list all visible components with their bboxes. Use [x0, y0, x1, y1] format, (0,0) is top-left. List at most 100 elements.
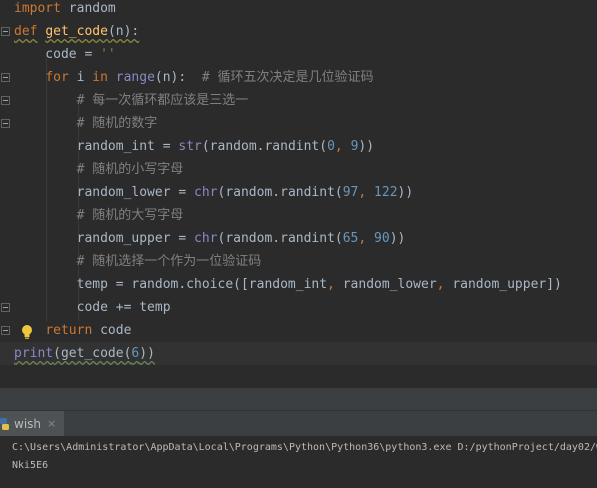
code-token: return	[45, 323, 93, 338]
code-line-text: # 随机选择一个作为一位验证码	[14, 250, 262, 273]
code-token: code += temp	[14, 300, 171, 315]
code-token: ))	[389, 231, 406, 246]
code-token: 0	[327, 139, 335, 154]
lightbulb-icon[interactable]	[21, 324, 33, 340]
code-line[interactable]: # 随机的大写字母	[0, 204, 597, 227]
code-token: (random.randint(	[201, 139, 328, 154]
code-token: random_lower =	[14, 185, 195, 200]
run-tool-window-tabbar: wish ×	[0, 410, 597, 436]
code-token: random_upper])	[452, 277, 562, 292]
code-line-text: code = ''	[14, 43, 116, 66]
code-token: (n):	[107, 24, 140, 39]
code-token: 65	[342, 231, 359, 246]
fold-marker-icon[interactable]	[1, 73, 10, 82]
code-token: 122	[374, 185, 398, 200]
fold-marker-icon[interactable]	[1, 326, 10, 335]
code-token: (random.randint(	[217, 231, 343, 246]
code-line-text: import random	[14, 0, 116, 20]
code-token: # 循环五次决定是几位验证码	[201, 70, 374, 85]
code-token: random	[60, 1, 116, 16]
code-token: # 随机的大写字母	[76, 208, 184, 223]
code-token: in	[92, 70, 108, 85]
code-token: ,	[334, 139, 351, 154]
code-token: # 每一次循环都应该是三选一	[76, 93, 249, 108]
code-token: # 随机的小写字母	[76, 162, 184, 177]
code-token: str	[178, 139, 202, 154]
code-line[interactable]: random_upper = chr(random.randint(65, 90…	[0, 227, 597, 250]
code-token: temp = random.choice([random_int	[14, 277, 328, 292]
fold-marker-icon[interactable]	[1, 96, 10, 105]
code-token: for	[45, 70, 69, 85]
code-line[interactable]: random_int = str(random.randint(0, 9))	[0, 135, 597, 158]
code-token: # 随机的数字	[76, 116, 158, 131]
code-line[interactable]: for i in range(n): # 循环五次决定是几位验证码	[0, 66, 597, 89]
code-line-text: random_lower = chr(random.randint(97, 12…	[14, 181, 414, 204]
code-line-text: code += temp	[14, 296, 171, 319]
code-line[interactable]: return code	[0, 319, 597, 342]
run-tab-label: wish	[14, 416, 42, 431]
code-token: chr	[194, 231, 218, 246]
code-token: print	[14, 346, 54, 361]
console-command: C:\Users\Administrator\AppData\Local\Pro…	[12, 442, 597, 453]
code-line[interactable]: temp = random.choice([random_int, random…	[0, 273, 597, 296]
code-line-text: # 随机的数字	[14, 112, 158, 135]
code-token: ,	[327, 277, 343, 292]
code-line[interactable]: print(get_code(6))	[0, 342, 597, 365]
close-icon[interactable]: ×	[47, 417, 56, 430]
code-token: (random.randint(	[217, 185, 343, 200]
run-console[interactable]: C:\Users\Administrator\AppData\Local\Pro…	[0, 436, 597, 488]
code-line[interactable]: def get_code(n):	[0, 20, 597, 43]
code-line-text: temp = random.choice([random_int, random…	[14, 273, 562, 296]
code-line[interactable]: import random	[0, 0, 597, 20]
code-token: code	[92, 323, 132, 338]
code-token: ))	[358, 139, 375, 154]
code-token: ,	[358, 231, 375, 246]
code-line[interactable]: # 每一次循环都应该是三选一	[0, 89, 597, 112]
code-line-text: print(get_code(6))	[14, 342, 155, 365]
code-line-text: for i in range(n): # 循环五次决定是几位验证码	[14, 66, 374, 89]
fold-marker-icon[interactable]	[1, 27, 10, 36]
code-token: chr	[194, 185, 218, 200]
code-token: random_upper =	[14, 231, 195, 246]
code-token: i	[68, 70, 93, 85]
code-token: get_code	[45, 24, 108, 39]
code-line-text: # 每一次循环都应该是三选一	[14, 89, 249, 112]
status-separator	[0, 388, 597, 410]
fold-marker-icon[interactable]	[1, 303, 10, 312]
code-token: (n):	[154, 70, 202, 85]
code-line[interactable]: code = ''	[0, 43, 597, 66]
code-line-text: # 随机的大写字母	[14, 204, 184, 227]
code-token: 97	[342, 185, 359, 200]
code-token: 90	[374, 231, 390, 246]
code-line[interactable]: random_lower = chr(random.randint(97, 12…	[0, 181, 597, 204]
code-editor[interactable]: import random def get_code(n): code = '' …	[0, 0, 597, 388]
code-token: ,	[436, 277, 453, 292]
code-token: code =	[14, 47, 101, 62]
python-run-icon	[0, 417, 9, 430]
code-token: random_int =	[14, 139, 179, 154]
code-line-text: # 随机的小写字母	[14, 158, 184, 181]
code-token: ))	[139, 346, 155, 361]
code-token: import	[14, 1, 61, 16]
code-line-text: random_upper = chr(random.randint(65, 90…	[14, 227, 406, 250]
code-line[interactable]: # 随机选择一个作为一位验证码	[0, 250, 597, 273]
run-tab-wish[interactable]: wish ×	[0, 411, 64, 436]
code-line[interactable]: # 随机的小写字母	[0, 158, 597, 181]
code-token: ))	[397, 185, 414, 200]
fold-marker-icon[interactable]	[1, 119, 10, 128]
code-line-text: def get_code(n):	[14, 20, 139, 43]
code-line[interactable]: code += temp	[0, 296, 597, 319]
code-token: range	[115, 70, 155, 85]
code-token: ,	[358, 185, 375, 200]
code-token: ''	[100, 47, 116, 62]
code-line[interactable]: # 随机的数字	[0, 112, 597, 135]
code-token: random_lower	[342, 277, 437, 292]
console-output: Nki5E6	[12, 460, 49, 471]
code-token: def	[14, 24, 38, 39]
code-token: # 随机选择一个作为一位验证码	[76, 254, 262, 269]
